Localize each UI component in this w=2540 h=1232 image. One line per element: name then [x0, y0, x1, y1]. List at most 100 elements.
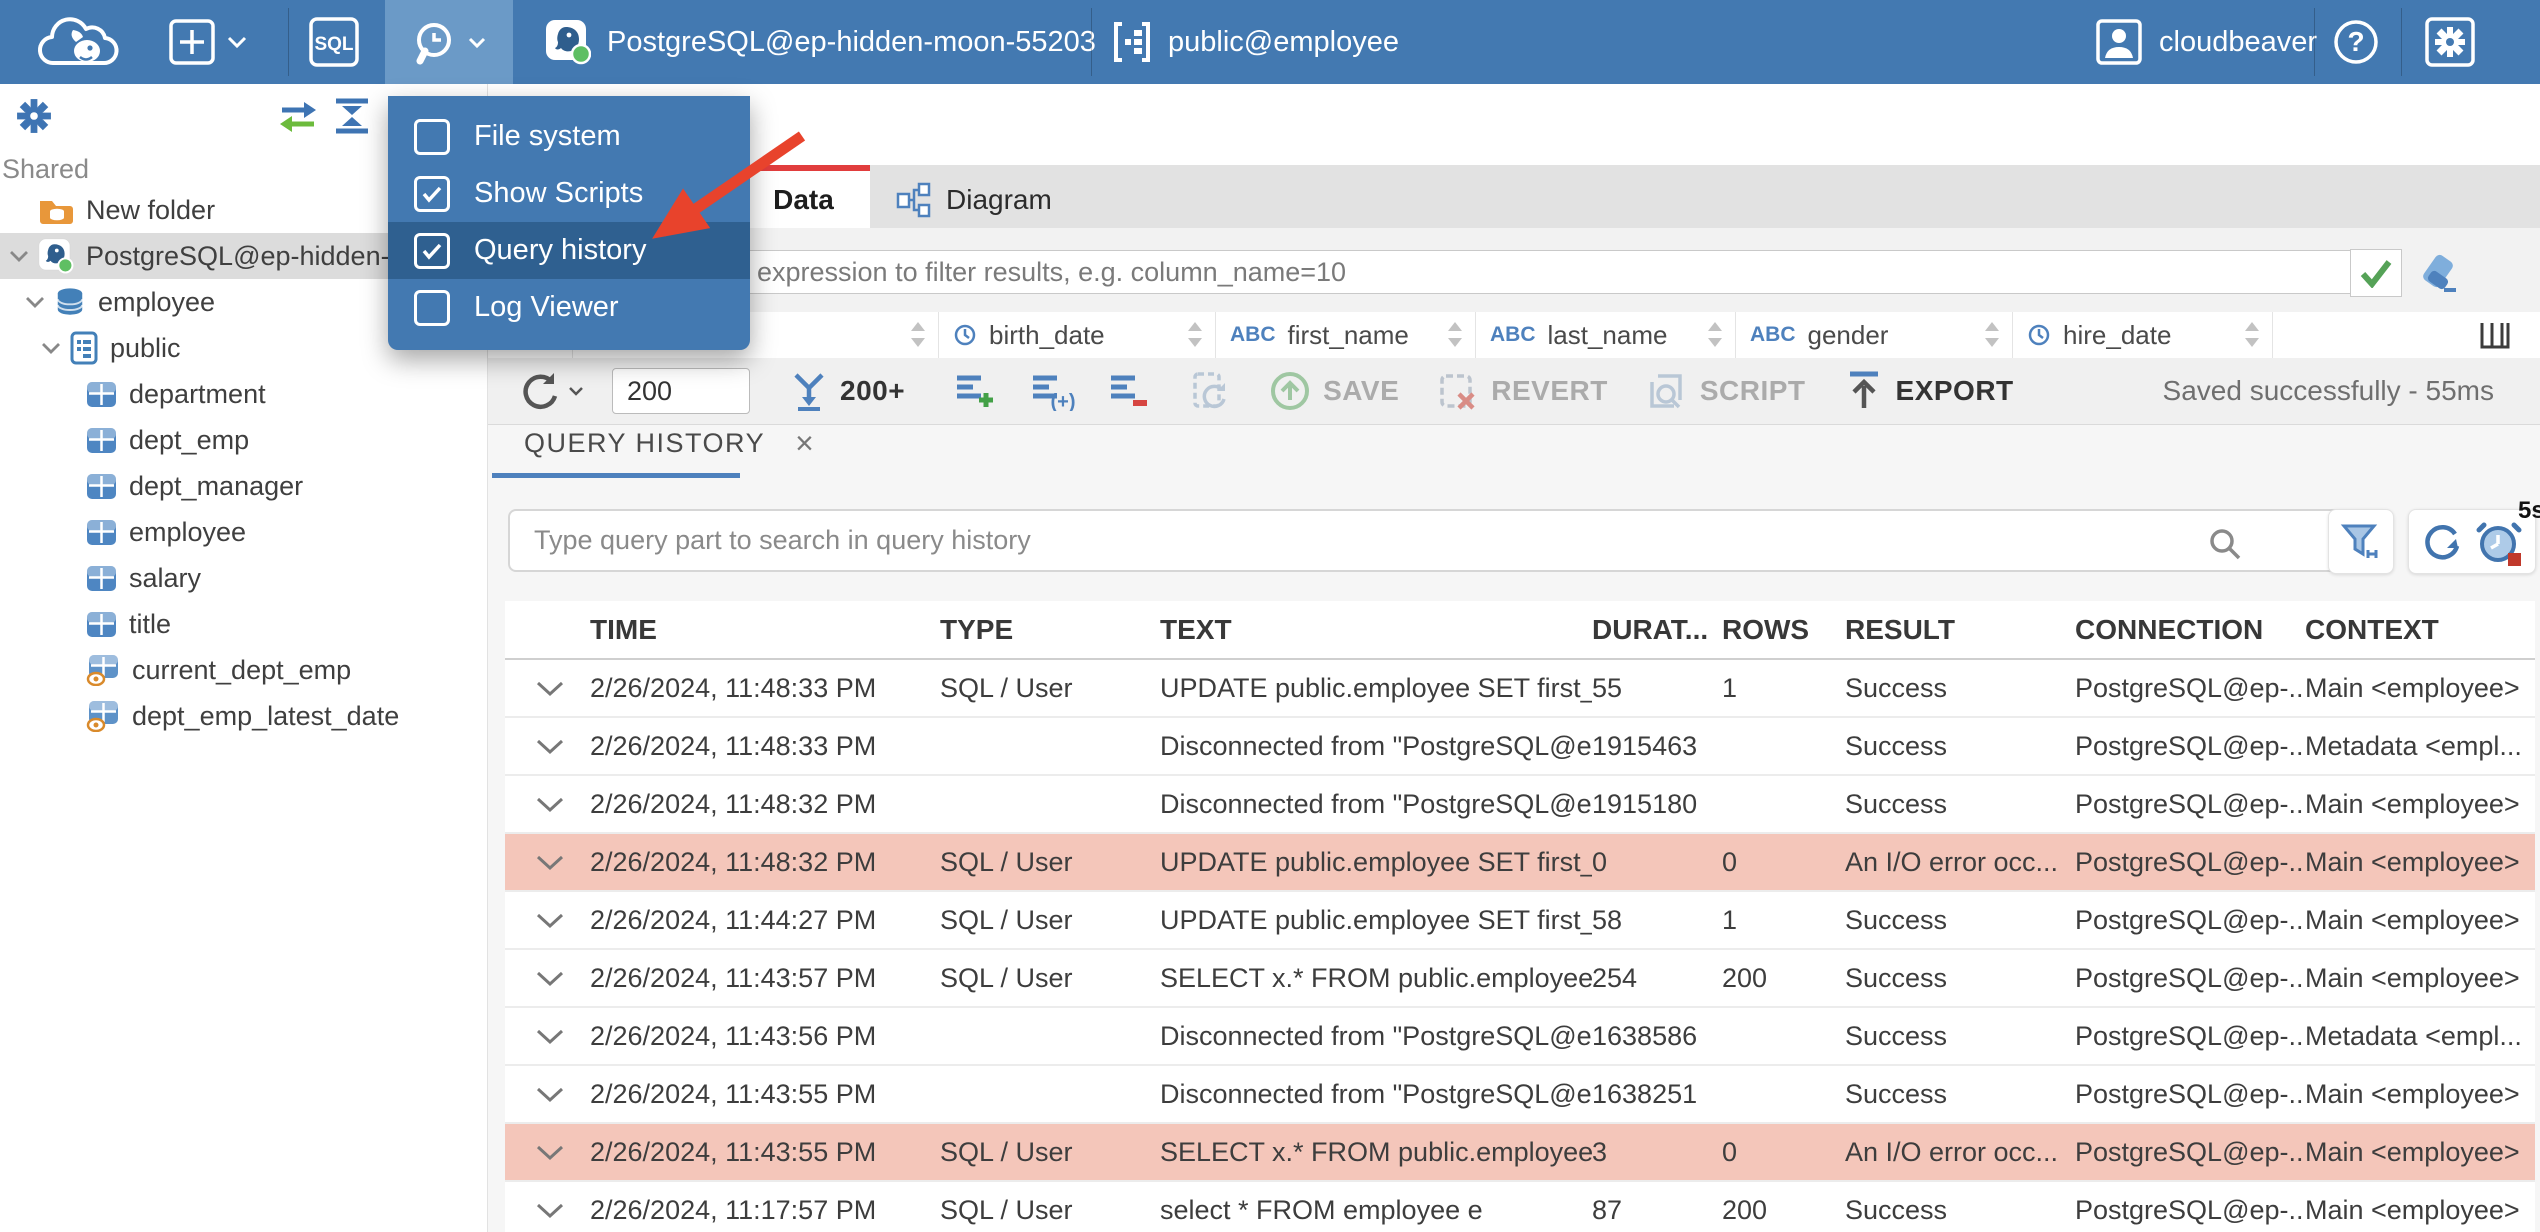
- help-button[interactable]: ?: [2332, 0, 2380, 84]
- history-row[interactable]: 2/26/2024, 11:43:55 PM Disconnected from…: [505, 1066, 2535, 1124]
- history-row[interactable]: 2/26/2024, 11:43:56 PM Disconnected from…: [505, 1008, 2535, 1066]
- refresh-document-button[interactable]: [1189, 370, 1231, 412]
- col-time[interactable]: TIME: [590, 614, 940, 646]
- script-button[interactable]: SCRIPT: [1646, 370, 1806, 412]
- collapse-all-button[interactable]: [332, 98, 372, 134]
- filter-expression-input[interactable]: [740, 250, 2366, 294]
- expand-chevron-icon[interactable]: [535, 738, 590, 755]
- history-row[interactable]: 2/26/2024, 11:48:33 PM SQL / User UPDATE…: [505, 660, 2535, 718]
- checkbox-icon[interactable]: [414, 232, 450, 269]
- tree-item-title[interactable]: title: [0, 601, 487, 647]
- tools-menu-button[interactable]: [385, 0, 513, 84]
- menu-item-show-scripts[interactable]: Show Scripts: [388, 165, 750, 222]
- active-connection-button[interactable]: PostgreSQL@ep-hidden-moon-55203: [545, 0, 1096, 84]
- tree-chevron-icon[interactable]: [8, 249, 38, 263]
- history-refresh-group: [2408, 509, 2536, 574]
- export-button[interactable]: EXPORT: [1844, 370, 2014, 412]
- new-connection-button[interactable]: [168, 0, 248, 84]
- grid-column-last_name[interactable]: ABC last_name: [1476, 312, 1736, 358]
- grid-column-gender[interactable]: ABC gender: [1736, 312, 2013, 358]
- cell-text: UPDATE public.employee SET first_...: [1160, 846, 1592, 877]
- history-row[interactable]: 2/26/2024, 11:43:55 PM SQL / User SELECT…: [505, 1124, 2535, 1182]
- col-connection[interactable]: CONNECTION: [2075, 614, 2305, 646]
- grid-column-first_name[interactable]: ABC first_name: [1216, 312, 1476, 358]
- fetch-more-button[interactable]: 200+: [790, 371, 905, 411]
- expand-chevron-icon[interactable]: [535, 796, 590, 813]
- tree-chevron-icon[interactable]: [40, 341, 70, 355]
- tree-item-dept-manager[interactable]: dept_manager: [0, 463, 487, 509]
- tree-item-current-dept-emp[interactable]: current_dept_emp: [0, 647, 487, 693]
- sort-icon[interactable]: [1705, 320, 1725, 350]
- tree-chevron-icon[interactable]: [24, 295, 54, 309]
- tree-item-dept-emp[interactable]: dept_emp: [0, 417, 487, 463]
- expand-chevron-icon[interactable]: [535, 912, 590, 929]
- auto-refresh-timer-button[interactable]: [2474, 517, 2524, 567]
- sidebar-settings-button[interactable]: [12, 94, 56, 138]
- tree-item-salary[interactable]: salary: [0, 555, 487, 601]
- col-type[interactable]: TYPE: [940, 614, 1160, 646]
- sort-icon[interactable]: [908, 320, 928, 350]
- settings-button[interactable]: [2424, 0, 2476, 84]
- tree-item-employee[interactable]: employee: [0, 509, 487, 555]
- col-result[interactable]: RESULT: [1845, 614, 2075, 646]
- schema-selector-button[interactable]: public@employee: [1112, 0, 1399, 84]
- tree-item-department[interactable]: department: [0, 371, 487, 417]
- apply-filter-button[interactable]: [2350, 249, 2402, 297]
- history-refresh-button[interactable]: [2420, 520, 2464, 564]
- clear-filter-button[interactable]: [2418, 254, 2462, 294]
- row-limit-input[interactable]: [612, 368, 750, 414]
- history-row[interactable]: 2/26/2024, 11:48:32 PM SQL / User UPDATE…: [505, 834, 2535, 892]
- tab-diagram[interactable]: Diagram: [870, 171, 1078, 228]
- sync-connection-button[interactable]: [278, 98, 318, 134]
- expand-chevron-icon[interactable]: [535, 680, 590, 697]
- tree-item-dept-emp-latest-date[interactable]: dept_emp_latest_date: [0, 693, 487, 739]
- delete-row-button[interactable]: [1107, 371, 1151, 411]
- revert-button[interactable]: REVERT: [1437, 370, 1608, 412]
- checkbox-icon[interactable]: [414, 175, 450, 212]
- menu-item-file-system[interactable]: File system: [388, 108, 750, 165]
- history-row[interactable]: 2/26/2024, 11:43:57 PM SQL / User SELECT…: [505, 950, 2535, 1008]
- cell-duration: 3: [1592, 1136, 1608, 1167]
- sql-editor-button[interactable]: SQL: [308, 0, 360, 84]
- col-rows[interactable]: ROWS: [1722, 614, 1845, 646]
- sort-icon[interactable]: [1982, 320, 2002, 350]
- duplicate-row-button[interactable]: (+): [1029, 371, 1075, 411]
- grid-column-hire_date[interactable]: hire_date: [2013, 312, 2273, 358]
- history-search-input[interactable]: [508, 509, 2366, 572]
- col-text[interactable]: TEXT: [1160, 614, 1592, 646]
- sort-icon[interactable]: [1445, 320, 1465, 350]
- menu-item-log-viewer[interactable]: Log Viewer: [388, 279, 750, 336]
- add-row-button[interactable]: [953, 371, 997, 411]
- query-history-tab[interactable]: QUERY HISTORY ×: [524, 427, 814, 459]
- checkbox-icon[interactable]: [414, 118, 450, 155]
- tree-item-label: dept_emp_latest_date: [132, 700, 400, 731]
- columns-icon[interactable]: [2478, 320, 2512, 350]
- history-row[interactable]: 2/26/2024, 11:17:57 PM SQL / User select…: [505, 1182, 2535, 1232]
- save-button[interactable]: SAVE: [1269, 370, 1399, 412]
- tab-data[interactable]: Data: [737, 165, 870, 228]
- history-filter-button[interactable]: [2328, 509, 2394, 574]
- user-menu-button[interactable]: cloudbeaver: [2095, 0, 2317, 84]
- connection-status-dot: [570, 43, 591, 65]
- expand-chevron-icon[interactable]: [535, 1144, 590, 1161]
- close-icon[interactable]: ×: [795, 427, 814, 459]
- cloudbeaver-logo[interactable]: [30, 0, 126, 84]
- history-row[interactable]: 2/26/2024, 11:48:33 PM Disconnected from…: [505, 718, 2535, 776]
- history-row[interactable]: 2/26/2024, 11:44:27 PM SQL / User UPDATE…: [505, 892, 2535, 950]
- grid-column-birth_date[interactable]: birth_date: [939, 312, 1216, 358]
- sort-icon[interactable]: [1185, 320, 1205, 350]
- col-context[interactable]: CONTEXT: [2305, 614, 2535, 646]
- sort-icon[interactable]: [2242, 320, 2262, 350]
- expand-chevron-icon[interactable]: [535, 854, 590, 871]
- menu-item-query-history[interactable]: Query history: [388, 222, 750, 279]
- expand-chevron-icon[interactable]: [535, 1028, 590, 1045]
- expand-chevron-icon[interactable]: [535, 970, 590, 987]
- col-duration[interactable]: DURAT...: [1592, 614, 1722, 646]
- menu-item-label: Query history: [474, 234, 647, 266]
- history-row[interactable]: 2/26/2024, 11:48:32 PM Disconnected from…: [505, 776, 2535, 834]
- checkbox-icon[interactable]: [414, 289, 450, 326]
- table-icon: [86, 565, 117, 592]
- expand-chevron-icon[interactable]: [535, 1202, 590, 1219]
- expand-chevron-icon[interactable]: [535, 1086, 590, 1103]
- refresh-button[interactable]: [518, 369, 584, 413]
